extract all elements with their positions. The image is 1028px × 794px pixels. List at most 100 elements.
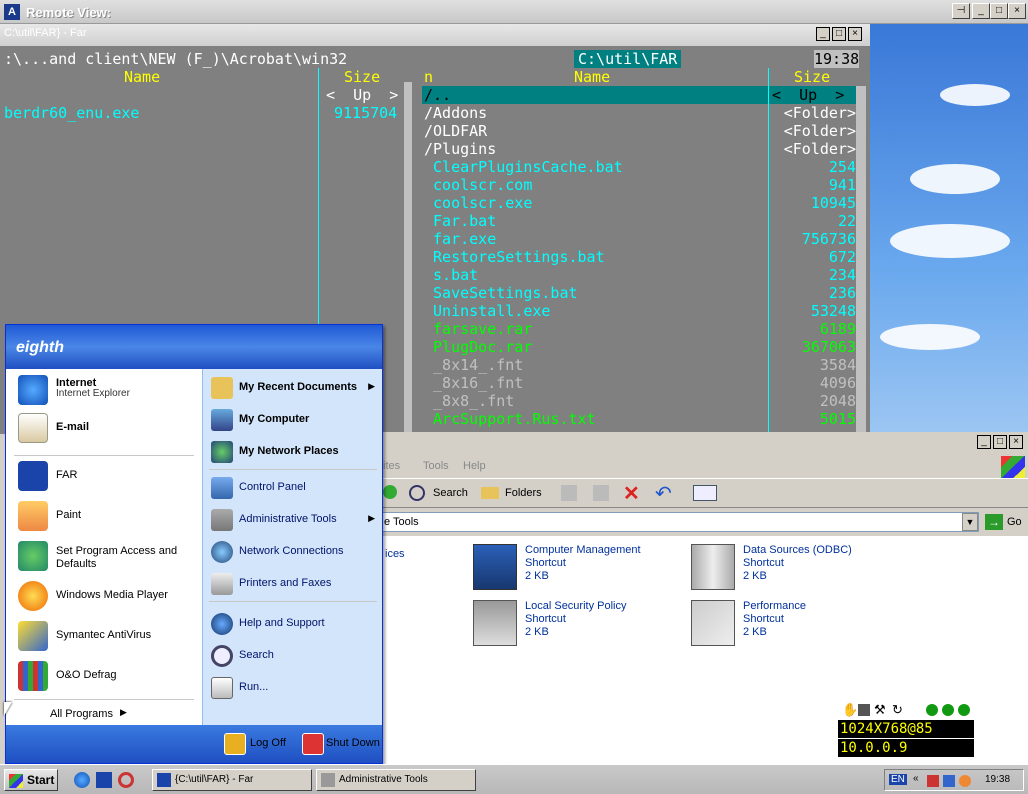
folders-button[interactable]: Folders (505, 487, 542, 499)
tool-icon[interactable]: ⚒ (874, 702, 886, 718)
antivirus-tray-icon[interactable] (959, 775, 971, 787)
file-row[interactable]: Far.bat (424, 212, 496, 230)
pinned-internet[interactable]: Internet Internet Explorer (14, 373, 200, 407)
delete-icon[interactable]: ✕ (623, 481, 640, 506)
file-row[interactable]: _8x16_.fnt (424, 374, 523, 392)
item-name: Computer Management (525, 544, 641, 556)
right-printers-and-faxes[interactable]: Printers and Faxes (207, 569, 381, 599)
recent-oo-defrag[interactable]: O&O Defrag (14, 659, 200, 693)
right-my-recent-documents[interactable]: My Recent Documents ▶ (207, 373, 381, 403)
quicklaunch-opera-icon[interactable] (118, 772, 134, 788)
tray-clock[interactable]: 19:38 (985, 774, 1010, 785)
right-my-computer[interactable]: My Computer (207, 405, 381, 435)
explorer-minimize-button[interactable]: _ (977, 435, 991, 449)
recent-set-program-access[interactable]: Set Program Access and Defaults (14, 539, 200, 573)
file-row[interactable]: s.bat (424, 266, 478, 284)
language-indicator[interactable]: EN (889, 774, 907, 785)
explorer-close-button[interactable]: × (1009, 435, 1023, 449)
file-row[interactable]: farsave.rar (424, 320, 532, 338)
file-row[interactable]: /Plugins (424, 140, 496, 158)
recent-paint[interactable]: Paint (14, 499, 200, 533)
far-maximize-button[interactable]: □ (832, 27, 846, 41)
maximize-button[interactable]: □ (990, 3, 1008, 19)
move-to-icon[interactable] (561, 485, 577, 501)
file-row[interactable]: berdr60_enu.exe (4, 104, 139, 122)
file-row[interactable]: ClearPluginsCache.bat (424, 158, 623, 176)
chevron-left-icon[interactable]: « (913, 773, 919, 784)
folders-icon[interactable] (481, 487, 499, 499)
chevron-down-icon[interactable]: ▼ (962, 513, 978, 531)
undo-icon[interactable]: ↶ (655, 481, 672, 506)
far-close-button[interactable]: × (848, 27, 862, 41)
menu-tools[interactable]: Tools (423, 460, 449, 472)
menu-help[interactable]: Help (463, 460, 486, 472)
right-network-connections[interactable]: Network Connections (207, 537, 381, 567)
go-button[interactable]: Go (1007, 516, 1022, 528)
file-row[interactable]: _8x8_.fnt (424, 392, 514, 410)
right-help-and-support[interactable]: Help and Support (207, 609, 381, 639)
minimize-button[interactable]: _ (972, 3, 990, 19)
network-tray-icon[interactable] (927, 775, 939, 787)
hand-icon[interactable]: ✋ (842, 702, 858, 718)
refresh-icon[interactable]: ↻ (892, 702, 903, 718)
file-row[interactable]: _8x14_.fnt (424, 356, 523, 374)
recent-symantec-antivirus[interactable]: Symantec AntiVirus (14, 619, 200, 653)
far-right-panel[interactable]: C:\util\FAR 19:38 n Name Size /.. < Up >… (418, 46, 870, 434)
network-tray-icon-2[interactable] (943, 775, 955, 787)
file-row[interactable]: far.exe (424, 230, 496, 248)
search-button[interactable]: Search (433, 487, 468, 499)
file-row[interactable]: RestoreSettings.bat (424, 248, 605, 266)
log-off-button[interactable]: Log Off (250, 737, 286, 749)
start-menu[interactable]: eighth Internet Internet Explorer E-mail… (5, 324, 383, 764)
file-row[interactable]: coolscr.exe (424, 194, 532, 212)
shut-down-icon[interactable] (302, 733, 324, 755)
explorer-maximize-button[interactable]: □ (993, 435, 1007, 449)
right-administrative-tools[interactable]: Administrative Tools ▶ (207, 505, 381, 535)
task-administrative-tools[interactable]: Administrative Tools (316, 769, 476, 791)
back-icon[interactable] (383, 485, 397, 499)
keyboard-icon[interactable] (858, 704, 870, 716)
file-row[interactable]: ArcSupport.Rus.txt (424, 410, 596, 428)
file-row[interactable]: Uninstall.exe (424, 302, 550, 320)
task-far[interactable]: {C:\util\FAR} - Far (152, 769, 312, 791)
quicklaunch-ie-icon[interactable] (74, 772, 90, 788)
start-button[interactable]: Start (4, 769, 58, 791)
address-input[interactable]: e Tools ▼ (381, 512, 979, 532)
copy-to-icon[interactable] (593, 485, 609, 501)
right-search[interactable]: Search (207, 641, 381, 671)
item-size: 2 KB (743, 626, 767, 638)
pinned-email[interactable]: E-mail (14, 411, 200, 445)
views-icon[interactable] (693, 485, 717, 501)
selected-row[interactable]: /.. < Up > (422, 86, 856, 104)
far-minimize-button[interactable]: _ (816, 27, 830, 41)
all-programs-button[interactable]: All Programs ▶ (14, 703, 200, 725)
file-row[interactable]: SaveSettings.bat (424, 284, 578, 302)
recent-windows-media-player[interactable]: Windows Media Player (14, 579, 200, 613)
data-sources-item[interactable]: Data Sources (ODBC) Shortcut 2 KB (691, 544, 901, 594)
menu-favorites[interactable]: ites (383, 460, 400, 472)
file-row[interactable]: /OLDFAR (424, 122, 487, 140)
pin-icon[interactable]: ⊣ (952, 3, 970, 19)
file-size: 22 (837, 212, 856, 230)
go-arrow-icon[interactable]: → (985, 514, 1003, 530)
local-security-policy-item[interactable]: Local Security Policy Shortcut 2 KB (473, 600, 683, 650)
admin-tools-icon (321, 773, 335, 787)
file-row[interactable]: coolscr.com (424, 176, 532, 194)
close-button[interactable]: × (1008, 3, 1026, 19)
search-icon[interactable] (409, 485, 425, 501)
left-up-entry[interactable]: < Up > (326, 86, 398, 104)
log-off-icon[interactable] (224, 733, 246, 755)
shut-down-button[interactable]: Shut Down (326, 737, 380, 749)
right-run[interactable]: Run... (207, 673, 381, 703)
quicklaunch-far-icon[interactable] (96, 772, 112, 788)
partial-item-label[interactable]: ices (385, 548, 405, 560)
file-row[interactable]: /Addons (424, 104, 487, 122)
file-row[interactable]: PlugDoc.rar (424, 338, 532, 356)
recent-far[interactable]: FAR (14, 459, 200, 493)
computer-management-item[interactable]: Computer Management Shortcut 2 KB (473, 544, 683, 594)
remote-view-title: Remote View: (26, 5, 112, 20)
right-my-network-places[interactable]: My Network Places (207, 437, 381, 467)
performance-item[interactable]: Performance Shortcut 2 KB (691, 600, 901, 650)
right-control-panel[interactable]: Control Panel (207, 473, 381, 503)
taskbar: Start {C:\util\FAR} - Far Administrative… (0, 764, 1028, 794)
